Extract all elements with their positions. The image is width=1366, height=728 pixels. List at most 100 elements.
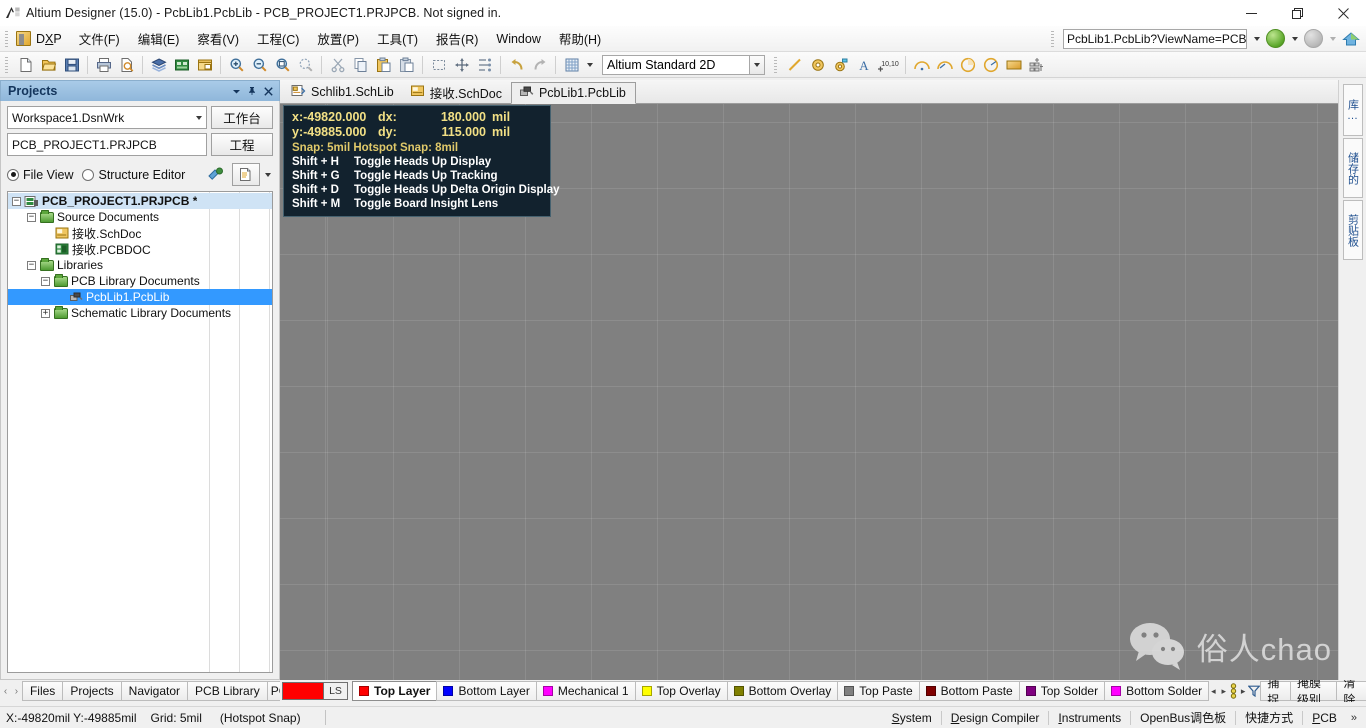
- compile-icon[interactable]: [201, 163, 229, 186]
- tree-row-source-documents[interactable]: − Source Documents: [8, 209, 272, 225]
- layer-nav-next-icon[interactable]: ▸: [1219, 681, 1229, 701]
- menu-item-reports[interactable]: 报告(R): [427, 26, 487, 51]
- address-input[interactable]: PcbLib1.PcbLib?ViewName=PCB: [1063, 28, 1247, 49]
- maximize-button[interactable]: [1274, 0, 1320, 26]
- place-arc-edge-icon[interactable]: [933, 54, 956, 76]
- layer-drag-handle-icon[interactable]: [1229, 681, 1238, 701]
- print-icon[interactable]: [92, 54, 115, 76]
- layer-tab-top-layer[interactable]: Top Layer: [352, 681, 438, 701]
- menu-item-help[interactable]: 帮助(H): [550, 26, 610, 51]
- paste-icon[interactable]: [372, 54, 395, 76]
- place-full-circle-icon[interactable]: [979, 54, 1002, 76]
- expander-icon[interactable]: −: [12, 196, 21, 206]
- layer-tab-bottom-paste[interactable]: Bottom Paste: [918, 681, 1020, 701]
- zoom-document-icon[interactable]: [271, 54, 294, 76]
- panel-tab-pcb-library[interactable]: PCB Library: [187, 681, 268, 701]
- tree-row-libraries[interactable]: − Libraries: [8, 257, 272, 273]
- place-coordinate-icon[interactable]: 10,10: [875, 54, 901, 76]
- layer-tab-top-paste[interactable]: Top Paste: [837, 681, 920, 701]
- radio-structure-editor[interactable]: Structure Editor: [82, 168, 185, 182]
- back-history-icon[interactable]: [1288, 29, 1301, 49]
- project-tree[interactable]: − PCB_PROJECT1.PRJPCB * − Source Documen…: [7, 191, 273, 673]
- layer-tab-bottom-layer[interactable]: Bottom Layer: [436, 681, 537, 701]
- status-button-system[interactable]: System: [883, 708, 941, 727]
- document-tab-pcblib[interactable]: PcbLib1.PcbLib: [510, 82, 636, 104]
- print-preview-icon[interactable]: [115, 54, 138, 76]
- toolbar-gripper[interactable]: [2, 55, 11, 75]
- right-tab-clipboard[interactable]: 剪贴板: [1342, 200, 1363, 260]
- document-tab-schlib[interactable]: Schlib1.SchLib: [284, 81, 403, 103]
- panel-tab-pcb[interactable]: PC: [266, 681, 281, 701]
- panel-tabs-next-icon[interactable]: ›: [11, 681, 22, 701]
- layer-tab-mechanical-1[interactable]: Mechanical 1: [535, 681, 636, 701]
- zoom-in-icon[interactable]: [225, 54, 248, 76]
- component-wizard-icon[interactable]: [1025, 54, 1048, 76]
- menu-item-project[interactable]: 工程(C): [248, 26, 308, 51]
- place-line-icon[interactable]: [783, 54, 806, 76]
- layer-expand-icon[interactable]: ▸: [1238, 681, 1248, 701]
- panel-tab-navigator[interactable]: Navigator: [120, 681, 189, 701]
- expander-icon[interactable]: +: [41, 308, 50, 318]
- expander-icon[interactable]: −: [27, 212, 36, 222]
- status-button-design-compiler[interactable]: Design Compiler: [942, 708, 1049, 727]
- align-icon[interactable]: [473, 54, 496, 76]
- status-button-instruments[interactable]: Instruments: [1049, 708, 1130, 727]
- board-style-value[interactable]: Altium Standard 2D: [602, 54, 750, 75]
- radio-file-view[interactable]: File View: [7, 168, 73, 182]
- layer-tab-top-solder[interactable]: Top Solder: [1018, 681, 1106, 701]
- document-options-icon[interactable]: [232, 163, 260, 186]
- copy-icon[interactable]: [349, 54, 372, 76]
- place-toolbar-gripper[interactable]: [771, 55, 780, 75]
- project-value[interactable]: PCB_PROJECT1.PRJPCB: [7, 133, 207, 156]
- place-via-icon[interactable]: [829, 54, 852, 76]
- navigate-back-icon[interactable]: [1266, 29, 1285, 48]
- menu-item-tools[interactable]: 工具(T): [368, 26, 427, 51]
- clear-button[interactable]: 清除: [1336, 680, 1366, 702]
- menu-gripper[interactable]: [2, 29, 11, 49]
- menu-item-edit[interactable]: 编辑(E): [129, 26, 189, 51]
- status-more-icon[interactable]: »: [1346, 712, 1362, 724]
- mask-level-button[interactable]: 掩膜级别: [1290, 680, 1338, 702]
- workspace-button[interactable]: 工作台: [211, 106, 273, 129]
- options-dropdown-icon[interactable]: [263, 163, 273, 186]
- tree-row-pcbdoc[interactable]: 接收.PCBDOC: [8, 241, 272, 257]
- status-button-shortcuts[interactable]: 快捷方式: [1236, 708, 1302, 727]
- status-button-pcb[interactable]: P CB: [1303, 708, 1346, 727]
- menu-item-file[interactable]: 文件(F): [70, 26, 129, 51]
- status-button-openbus-palette[interactable]: OpenBus调色板: [1131, 708, 1235, 727]
- right-tab-libraries[interactable]: 库…: [1342, 84, 1363, 136]
- snap-button[interactable]: 捕捉: [1260, 680, 1292, 702]
- panel-tabs-prev-icon[interactable]: ‹: [0, 681, 11, 701]
- address-dropdown-icon[interactable]: [1250, 29, 1263, 49]
- tree-row-pcb-library-documents[interactable]: − PCB Library Documents: [8, 273, 272, 289]
- zoom-out-icon[interactable]: [248, 54, 271, 76]
- place-arc-any-icon[interactable]: [956, 54, 979, 76]
- navigate-forward-icon[interactable]: [1304, 29, 1323, 48]
- pcb-library-canvas[interactable]: x:-49820.000 dx: 180.000 mil y:-49885.00…: [280, 104, 1338, 680]
- layer-tab-top-overlay[interactable]: Top Overlay: [634, 681, 728, 701]
- right-tab-saved[interactable]: 储存的: [1342, 138, 1363, 198]
- expander-icon[interactable]: −: [27, 260, 36, 270]
- tree-row-schematic-library-documents[interactable]: + Schematic Library Documents: [8, 305, 272, 321]
- forward-history-icon[interactable]: [1326, 29, 1339, 49]
- select-area-icon[interactable]: [427, 54, 450, 76]
- layer-tab-bottom-solder[interactable]: Bottom Solder: [1104, 681, 1210, 701]
- panel-menu-icon[interactable]: [228, 83, 244, 100]
- workspace-combo[interactable]: Workspace1.DsnWrk: [7, 106, 207, 129]
- menu-item-place[interactable]: 放置(P): [308, 26, 368, 51]
- pcb-board-icon[interactable]: [170, 54, 193, 76]
- place-string-icon[interactable]: A: [852, 54, 875, 76]
- redo-icon[interactable]: [528, 54, 551, 76]
- zoom-area-icon[interactable]: [294, 54, 317, 76]
- minimize-button[interactable]: [1228, 0, 1274, 26]
- project-button[interactable]: 工程: [211, 133, 273, 156]
- expander-icon[interactable]: −: [41, 276, 50, 286]
- home-icon[interactable]: [1342, 31, 1360, 47]
- place-fill-icon[interactable]: [1002, 54, 1025, 76]
- address-gripper[interactable]: [1048, 29, 1057, 49]
- menu-item-dxp[interactable]: DXP: [14, 28, 70, 50]
- grid-dropdown-icon[interactable]: [583, 54, 596, 76]
- move-icon[interactable]: [450, 54, 473, 76]
- layer-nav-prev-icon[interactable]: ◂: [1208, 681, 1218, 701]
- save-icon[interactable]: [60, 54, 83, 76]
